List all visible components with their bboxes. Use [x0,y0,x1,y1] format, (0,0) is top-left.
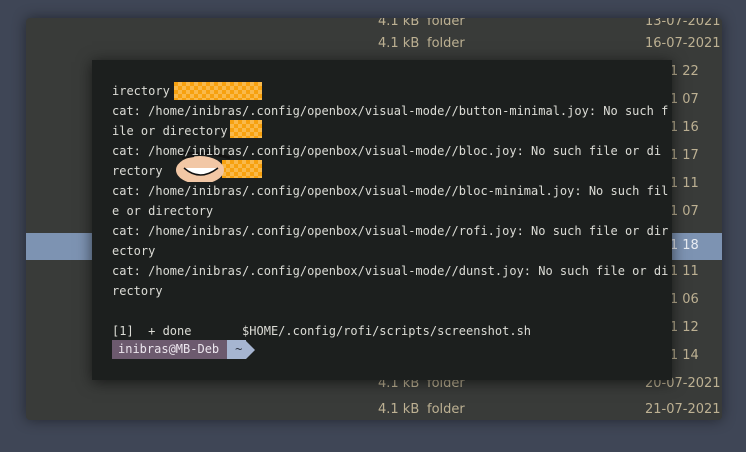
terminal-window[interactable]: irectory cat: /home/inibras/.config/open… [92,60,672,380]
terminal-line: irectory [112,84,170,98]
terminal-line: rectory [112,164,163,178]
file-row[interactable]: 4.1 kB folder 16-07-2021 07 [26,34,722,54]
terminal-line: cat: /home/inibras/.config/openbox/visua… [112,104,669,118]
file-date: 21-07-2021 11 [645,402,722,417]
pixel-art-decoration [230,120,262,138]
terminal-line: cat: /home/inibras/.config/openbox/visua… [112,264,669,278]
file-size: 4.1 kB [378,36,420,51]
file-row[interactable]: 4.1 kB folder 13-07-2021 12 [26,18,722,32]
terminal-line: ile or directory [112,124,228,138]
pixel-art-decoration [174,82,262,100]
terminal-line: e or directory [112,204,214,218]
shell-prompt[interactable]: inibras@MB-Deb ~ [112,340,256,359]
prompt-directory: ~ [227,340,247,359]
file-kind: folder [427,36,465,51]
terminal-line: [1] + done $HOME/.config/rofi/scripts/sc… [112,324,532,338]
file-row[interactable]: 4.1 kB folder 21-07-2021 11 [26,400,722,420]
file-kind: folder [427,402,465,417]
file-date: 16-07-2021 07 [645,36,722,51]
file-kind: folder [427,18,465,29]
file-size: 4.1 kB [378,402,420,417]
prompt-user-host: inibras@MB-Deb [112,340,228,359]
file-date: 13-07-2021 12 [645,18,722,29]
terminal-line: cat: /home/inibras/.config/openbox/visua… [112,224,669,238]
terminal-line: cat: /home/inibras/.config/openbox/visua… [112,144,662,158]
terminal-line: ectory [112,244,156,258]
file-size: 4.1 kB [378,18,420,29]
terminal-line: cat: /home/inibras/.config/openbox/visua… [112,184,669,198]
terminal-line: rectory [112,284,163,298]
prompt-arrow-icon [246,340,256,359]
